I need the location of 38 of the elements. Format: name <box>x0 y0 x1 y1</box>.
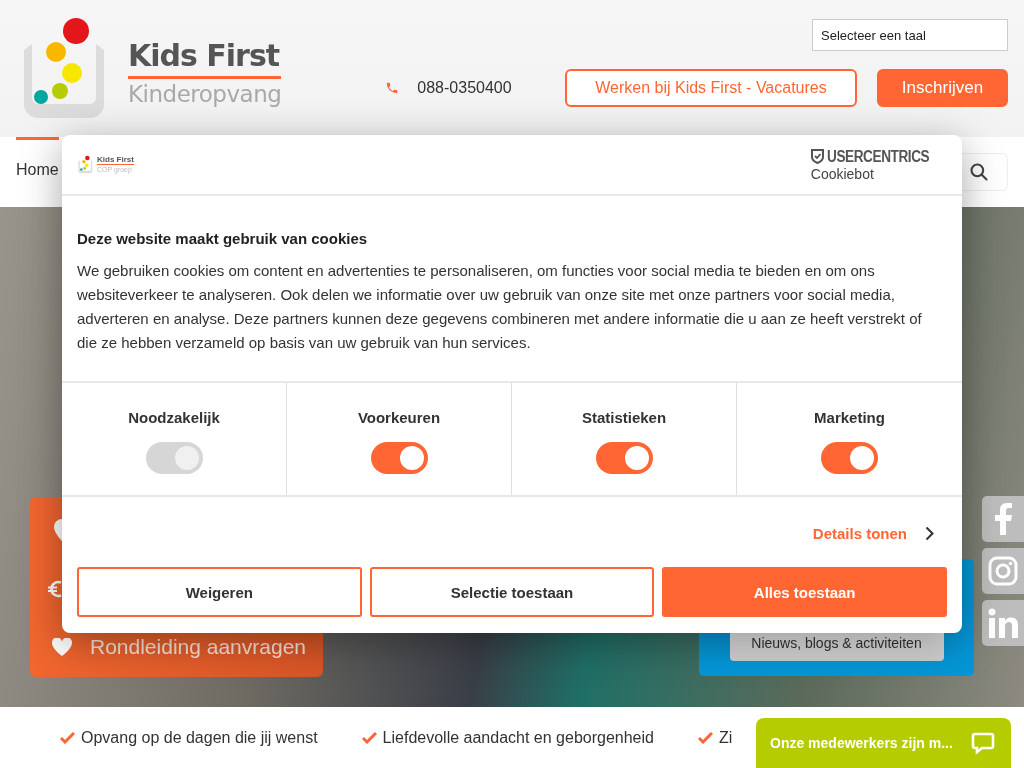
dialog-title: Deze website maakt gebruik van cookies <box>77 230 369 247</box>
check-icon <box>361 731 377 744</box>
facebook-icon <box>994 503 1012 535</box>
category-label: Marketing <box>814 409 885 426</box>
linkedin-icon <box>988 608 1018 638</box>
phone-number[interactable]: 088-0350400 <box>417 79 512 97</box>
instagram-button[interactable] <box>982 548 1024 594</box>
feature-text: Zi <box>718 728 733 747</box>
search-icon <box>969 162 989 182</box>
category-label: Voorkeuren <box>357 409 441 426</box>
kids-first-logo[interactable]: Kids First Kinderopvang <box>16 18 282 124</box>
language-select[interactable]: Selecteer een taal <box>812 19 1008 51</box>
provider-product: Cookiebot <box>810 165 875 182</box>
logo-name: Kids First <box>97 155 134 165</box>
category-label: Noodzakelijk <box>128 409 220 426</box>
consent-button[interactable]: Weigeren <box>77 567 362 617</box>
category-label: Statistieken <box>581 409 667 426</box>
toggle-switch[interactable] <box>370 442 428 474</box>
logo-name: Kids First <box>128 38 282 79</box>
logo-icon <box>77 154 95 175</box>
heart-icon <box>52 638 72 656</box>
feature-text: Opvang op de dagen die jij wenst <box>81 728 318 747</box>
chevron-right-icon <box>925 525 934 541</box>
toggle-switch[interactable] <box>595 442 653 474</box>
consent-button[interactable]: Selectie toestaan <box>369 567 655 617</box>
phone-icon <box>385 81 400 95</box>
check-icon <box>60 731 75 744</box>
linkedin-button[interactable] <box>982 600 1024 646</box>
provider-name: USERCENTRICS <box>826 147 929 166</box>
dialog-text: We gebruiken cookies om content en advertenties te personaliseren, om functies voor social media te bieden en om ons websiteverkeer te analyseren. Ook delen we informatie over uw gebruik van onze site met onze partners voor social media, adverteren en analyse. Deze partners kunnen deze gegevens combineren met andere informatie die u aan ze heeft verstrekt of die ze hebben verzameld op basis van uw gebruik van hun services. <box>77 261 923 353</box>
toggle-switch[interactable] <box>821 442 878 474</box>
check-icon <box>697 731 713 744</box>
facebook-button[interactable] <box>982 496 1024 542</box>
chat-bubble-icon <box>971 730 995 755</box>
instagram-icon <box>988 556 1018 586</box>
feature-text: Liefdevolle aandacht en geborgenheid <box>382 728 654 747</box>
logo-tagline: Kinderopvang <box>128 80 282 109</box>
shield-icon <box>810 149 824 164</box>
